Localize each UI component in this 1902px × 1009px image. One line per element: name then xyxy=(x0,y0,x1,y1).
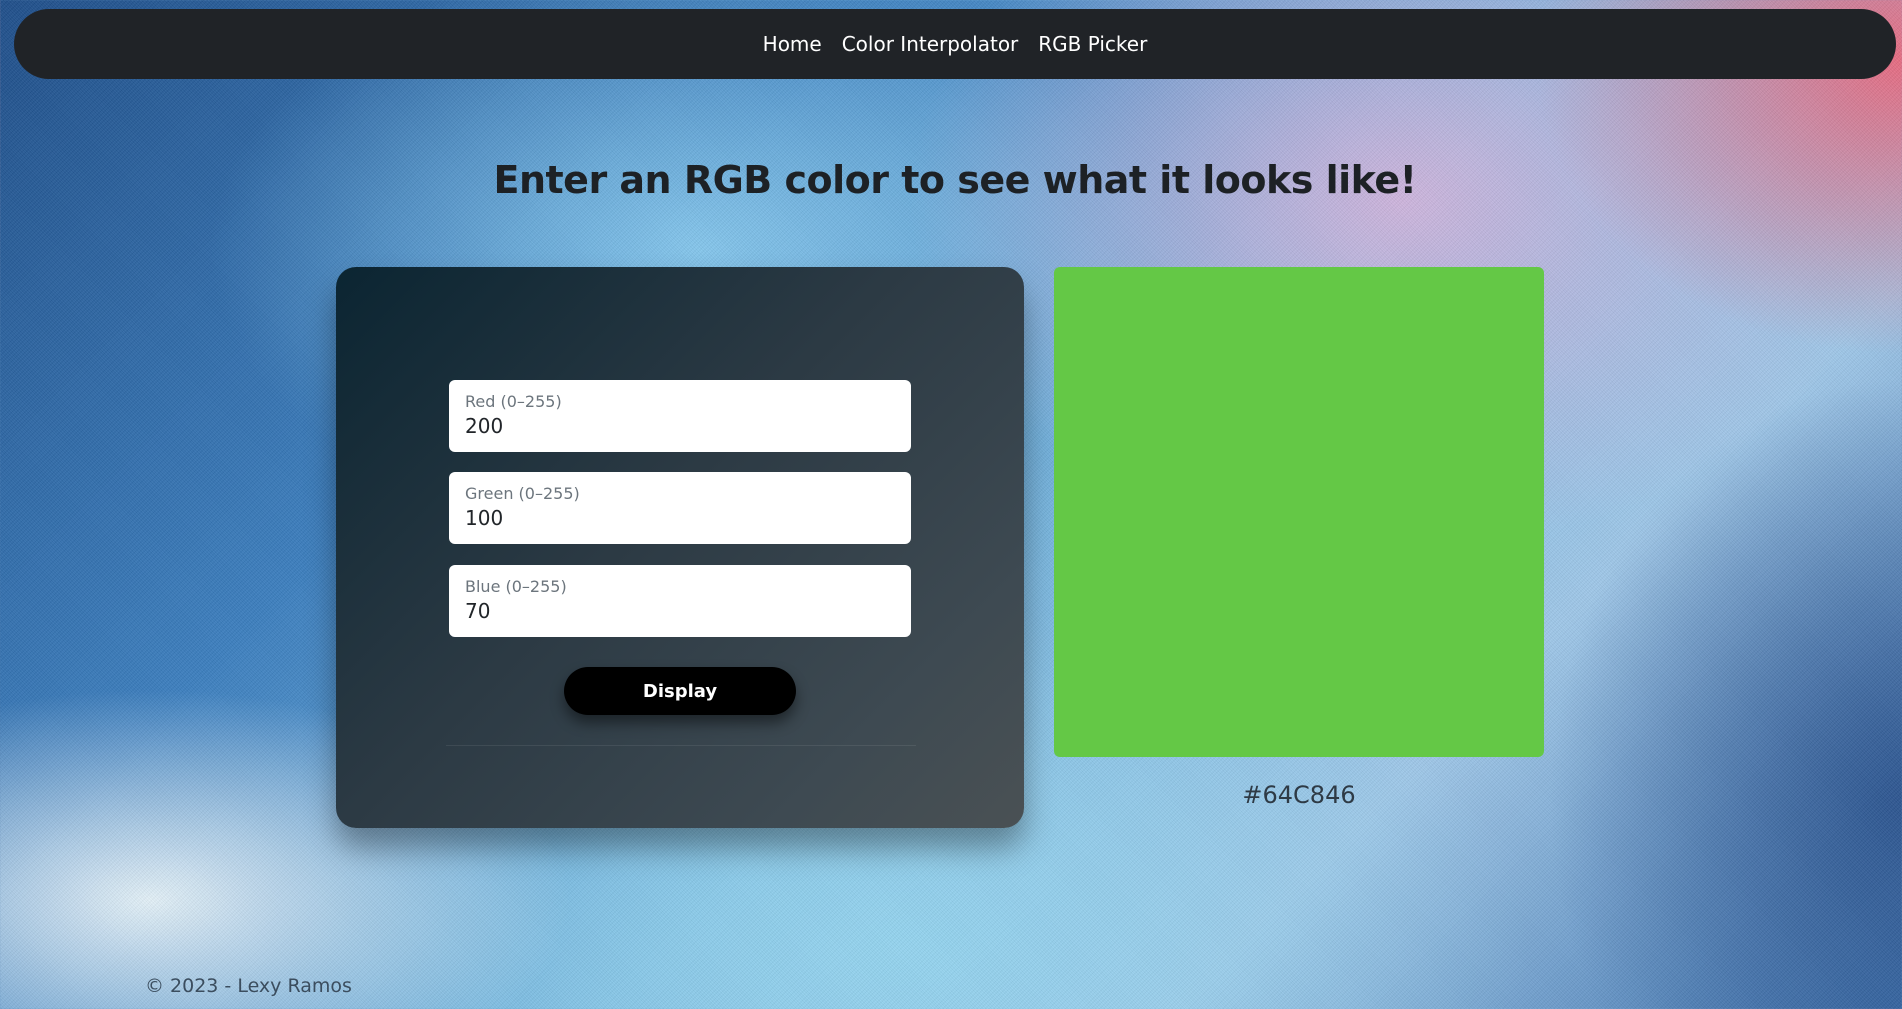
green-field-label: Green (0–255) xyxy=(465,484,580,503)
rgb-form-card: Red (0–255) 200 Green (0–255) 100 Blue (… xyxy=(336,267,1024,828)
red-field[interactable]: Red (0–255) 200 xyxy=(449,380,911,452)
top-navbar: Home Color Interpolator RGB Picker xyxy=(14,9,1896,79)
green-field[interactable]: Green (0–255) 100 xyxy=(449,472,911,544)
blue-field-value[interactable]: 70 xyxy=(465,598,895,624)
color-swatch xyxy=(1054,267,1544,757)
red-field-label: Red (0–255) xyxy=(465,392,562,411)
nav-link-rgb-picker[interactable]: RGB Picker xyxy=(1038,32,1147,56)
red-field-value[interactable]: 200 xyxy=(465,413,895,439)
green-field-value[interactable]: 100 xyxy=(465,505,895,531)
nav-link-color-interpolator[interactable]: Color Interpolator xyxy=(842,32,1019,56)
blue-field-label: Blue (0–255) xyxy=(465,577,567,596)
hex-code-label: #64C846 xyxy=(1242,781,1356,809)
footer-copyright: © 2023 - Lexy Ramos xyxy=(145,975,352,997)
nav-link-home[interactable]: Home xyxy=(763,32,822,56)
form-divider xyxy=(446,745,916,746)
display-button[interactable]: Display xyxy=(564,667,796,715)
page-title: Enter an RGB color to see what it looks … xyxy=(493,158,1418,202)
blue-field[interactable]: Blue (0–255) 70 xyxy=(449,565,911,637)
